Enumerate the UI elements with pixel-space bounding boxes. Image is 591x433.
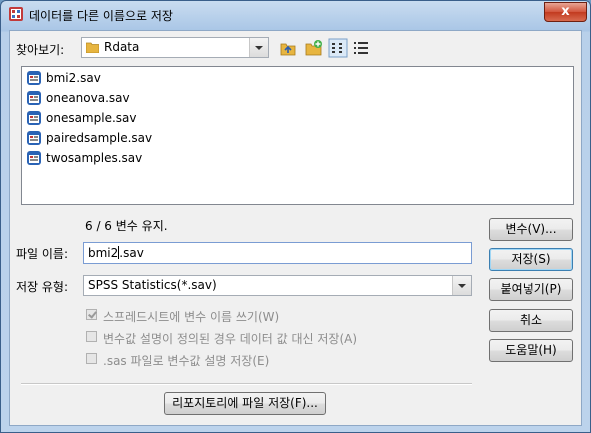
checkbox-box[interactable] [86,353,97,364]
folder-icon [86,42,99,53]
dialog-body: 찾아보기: Rdata bmi2.sav oneanova.sav onesam… [9,30,582,426]
lookin-combo[interactable]: Rdata [81,37,269,58]
filetype-value: SPSS Statistics(*.sav) [88,278,217,292]
file-name: onesample.sav [46,111,137,125]
file-list[interactable]: bmi2.sav oneanova.sav onesample.sav pair… [21,66,574,205]
paste-button[interactable]: 붙여넣기(P) [489,278,573,301]
filename-label: 파일 이름: [16,247,69,261]
filename-input[interactable]: bmi2.sav [83,242,472,264]
sav-file-icon [27,131,41,145]
file-name: pairedsample.sav [46,131,153,145]
filetype-select[interactable]: SPSS Statistics(*.sav) [83,275,472,296]
close-button[interactable]: x [544,2,587,22]
lookin-label: 찾아보기: [16,43,65,57]
dialog-title: 데이터를 다른 이름으로 저장 [29,9,173,23]
lookin-folder-name: Rdata [104,40,140,54]
filetype-label: 저장 유형: [16,280,69,294]
chevron-down-icon[interactable] [452,276,471,295]
save-data-as-dialog: 데이터를 다른 이름으로 저장 x 찾아보기: Rdata bmi2.sav o… [0,0,591,433]
title-bar[interactable]: 데이터를 다른 이름으로 저장 x [1,1,590,29]
chevron-down-icon[interactable] [249,38,268,57]
close-icon: x [561,4,570,19]
variables-button[interactable]: 변수(V)... [489,218,573,241]
sav-file-icon [27,71,41,85]
file-name: twosamples.sav [46,151,143,165]
checkbox-box[interactable] [86,309,97,320]
checkbox-label: 스프레드시트에 변수 이름 쓰기(W) [103,310,280,324]
file-name: oneanova.sav [46,91,130,105]
save-button[interactable]: 저장(S) [489,248,573,271]
spss-app-icon [9,7,23,21]
separator [21,383,472,385]
cancel-button[interactable]: 취소 [489,309,573,332]
filename-value: bmi2.sav [88,246,144,260]
checkbox-label: 변수값 설명이 정의된 경우 데이터 값 대신 저장(A) [103,332,358,346]
file-name: bmi2.sav [46,71,101,85]
new-folder-icon[interactable] [304,38,324,58]
up-folder-icon[interactable] [278,38,298,58]
variables-kept-status: 6 / 6 변수 유지. [85,219,168,233]
list-view-icon[interactable] [328,38,348,58]
checkbox-label: .sas 파일로 변수값 설명 저장(E) [103,354,270,368]
details-view-icon[interactable] [351,38,371,58]
help-button[interactable]: 도움말(H) [489,339,573,362]
sav-file-icon [27,151,41,165]
sav-file-icon [27,111,41,125]
save-to-repository-button[interactable]: 리포지토리에 파일 저장(F)... [164,392,326,415]
checkbox-box[interactable] [86,331,97,342]
sav-file-icon [27,91,41,105]
